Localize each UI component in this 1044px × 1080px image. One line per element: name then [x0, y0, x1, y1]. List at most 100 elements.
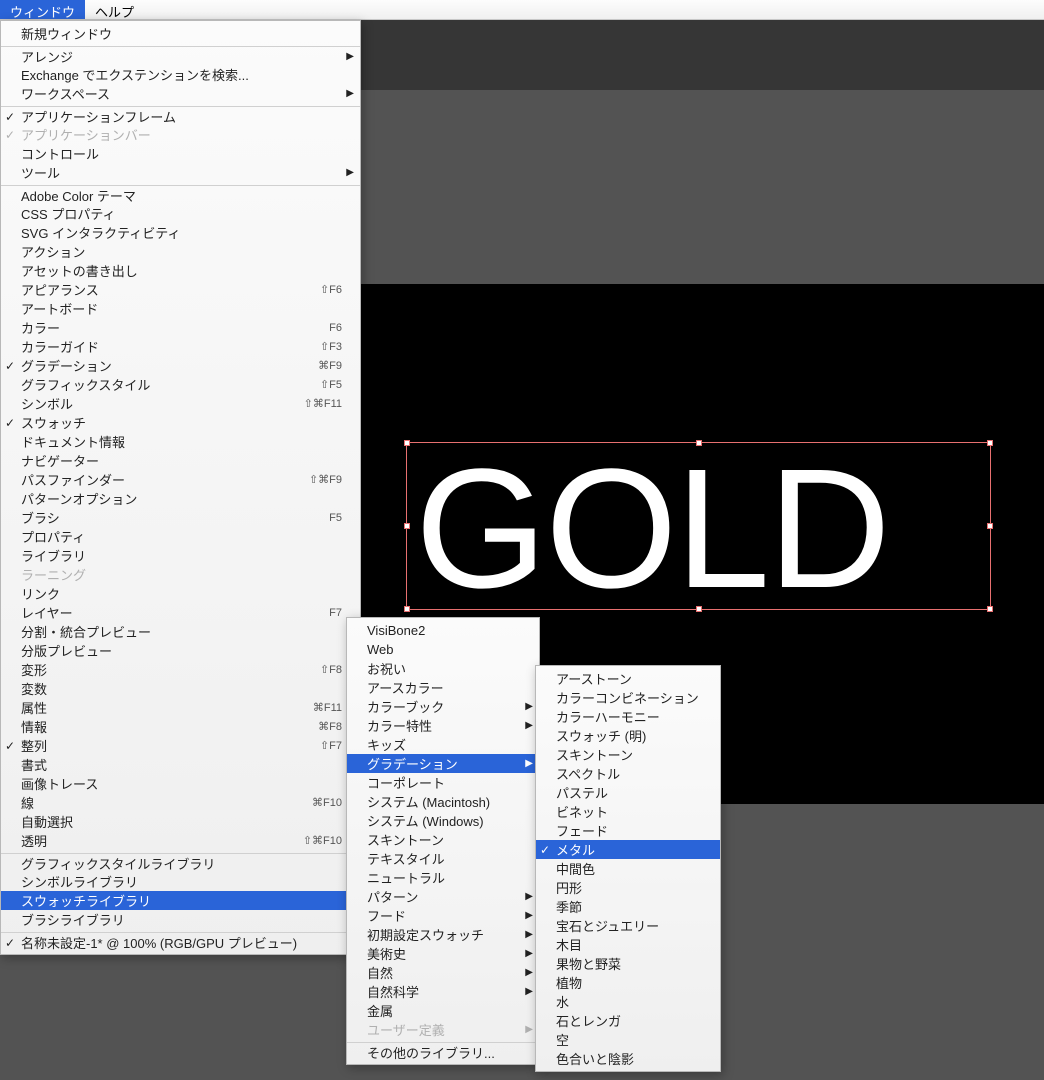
- menu-item[interactable]: スウォッチ (明): [536, 726, 720, 745]
- menu-item[interactable]: ブラシライブラリ▶: [1, 910, 360, 929]
- menu-item[interactable]: 円形: [536, 878, 720, 897]
- menu-item[interactable]: 情報⌘F8: [1, 717, 360, 736]
- menu-item[interactable]: アピアランス⇧F6: [1, 280, 360, 299]
- menu-item[interactable]: 水: [536, 992, 720, 1011]
- menu-item[interactable]: ライブラリ: [1, 546, 360, 565]
- menubar-help[interactable]: ヘルプ: [85, 0, 144, 19]
- menu-item[interactable]: コーポレート: [347, 773, 539, 792]
- menu-item[interactable]: 季節: [536, 897, 720, 916]
- menu-item-label: 自然: [367, 963, 393, 982]
- menu-item[interactable]: 宝石とジュエリー: [536, 916, 720, 935]
- menu-item[interactable]: ビネット: [536, 802, 720, 821]
- menu-item[interactable]: カラーコンビネーション: [536, 688, 720, 707]
- menu-item[interactable]: シンボル⇧⌘F11: [1, 394, 360, 413]
- menu-item[interactable]: SVG インタラクティビティ: [1, 223, 360, 242]
- menu-item[interactable]: ✓アプリケーションフレーム: [1, 106, 360, 125]
- menu-item-label: 名称未設定-1* @ 100% (RGB/GPU プレビュー): [21, 933, 297, 952]
- menu-item[interactable]: 美術史▶: [347, 944, 539, 963]
- menu-item[interactable]: Exchange でエクステンションを検索...: [1, 65, 360, 84]
- menu-item[interactable]: システム (Macintosh): [347, 792, 539, 811]
- menu-item[interactable]: 書式▶: [1, 755, 360, 774]
- menu-item[interactable]: 分版プレビュー: [1, 641, 360, 660]
- menu-item[interactable]: シンボルライブラリ▶: [1, 872, 360, 891]
- selection-box[interactable]: [406, 442, 991, 610]
- menu-item[interactable]: CSS プロパティ: [1, 204, 360, 223]
- menu-item[interactable]: ✓名称未設定-1* @ 100% (RGB/GPU プレビュー): [1, 932, 360, 951]
- menu-item[interactable]: フード▶: [347, 906, 539, 925]
- menu-item[interactable]: テキスタイル: [347, 849, 539, 868]
- submenu-arrow-icon: ▶: [346, 167, 354, 178]
- menu-item[interactable]: グラフィックスタイルライブラリ▶: [1, 853, 360, 872]
- menu-item[interactable]: ナビゲーター: [1, 451, 360, 470]
- menu-item[interactable]: 透明⇧⌘F10: [1, 831, 360, 850]
- menu-item[interactable]: スウォッチライブラリ▶: [1, 891, 360, 910]
- menu-item[interactable]: 自然科学▶: [347, 982, 539, 1001]
- menu-item[interactable]: カラーブック▶: [347, 697, 539, 716]
- menu-item: ✓アプリケーションバー: [1, 125, 360, 144]
- menu-item[interactable]: その他のライブラリ...: [347, 1042, 539, 1061]
- menu-item[interactable]: コントロール: [1, 144, 360, 163]
- menu-item[interactable]: ブラシF5: [1, 508, 360, 527]
- menu-item[interactable]: キッズ: [347, 735, 539, 754]
- menu-item[interactable]: ✓グラデーション⌘F9: [1, 356, 360, 375]
- menu-item[interactable]: アレンジ▶: [1, 46, 360, 65]
- menu-item[interactable]: 金属: [347, 1001, 539, 1020]
- menu-item[interactable]: パステル: [536, 783, 720, 802]
- menu-item-label: フェード: [556, 821, 608, 840]
- menu-item[interactable]: スキントーン: [347, 830, 539, 849]
- menu-item[interactable]: グラデーション▶: [347, 754, 539, 773]
- menu-item[interactable]: システム (Windows): [347, 811, 539, 830]
- menu-item[interactable]: ドキュメント情報: [1, 432, 360, 451]
- menu-item[interactable]: ✓整列⇧F7: [1, 736, 360, 755]
- menu-item[interactable]: ✓メタル: [536, 840, 720, 859]
- menu-item[interactable]: 変形⇧F8: [1, 660, 360, 679]
- menu-item[interactable]: ツール▶: [1, 163, 360, 182]
- menu-item[interactable]: パスファインダー⇧⌘F9: [1, 470, 360, 489]
- menu-item[interactable]: ワークスペース▶: [1, 84, 360, 103]
- menu-item[interactable]: カラーガイド⇧F3: [1, 337, 360, 356]
- menu-item[interactable]: VisiBone2: [347, 621, 539, 640]
- menu-item[interactable]: カラー特性▶: [347, 716, 539, 735]
- menu-item[interactable]: 画像トレース: [1, 774, 360, 793]
- menu-item[interactable]: 中間色: [536, 859, 720, 878]
- menu-item[interactable]: スキントーン: [536, 745, 720, 764]
- menu-item[interactable]: 初期設定スウォッチ▶: [347, 925, 539, 944]
- menu-item-label: 色合いと陰影: [556, 1049, 634, 1068]
- menu-item[interactable]: 植物: [536, 973, 720, 992]
- menu-item[interactable]: Web: [347, 640, 539, 659]
- menu-item[interactable]: Adobe Color テーマ: [1, 185, 360, 204]
- menu-item[interactable]: アセットの書き出し: [1, 261, 360, 280]
- menu-item[interactable]: アースカラー: [347, 678, 539, 697]
- menu-item[interactable]: カラーF6: [1, 318, 360, 337]
- menu-item[interactable]: アクション: [1, 242, 360, 261]
- menu-item[interactable]: スペクトル: [536, 764, 720, 783]
- menu-item[interactable]: 新規ウィンドウ: [1, 24, 360, 43]
- menu-item[interactable]: 石とレンガ: [536, 1011, 720, 1030]
- menu-item[interactable]: ニュートラル: [347, 868, 539, 887]
- menu-item-label: 書式: [21, 755, 47, 774]
- menu-item[interactable]: 属性⌘F11: [1, 698, 360, 717]
- menu-item[interactable]: ✓スウォッチ: [1, 413, 360, 432]
- menu-item[interactable]: アーストーン: [536, 669, 720, 688]
- menu-item-label: ビネット: [556, 802, 608, 821]
- menu-item[interactable]: パターンオプション: [1, 489, 360, 508]
- menu-item[interactable]: パターン▶: [347, 887, 539, 906]
- menu-item[interactable]: レイヤーF7: [1, 603, 360, 622]
- menu-item[interactable]: 果物と野菜: [536, 954, 720, 973]
- menu-item[interactable]: 木目: [536, 935, 720, 954]
- menu-item[interactable]: カラーハーモニー: [536, 707, 720, 726]
- menu-item[interactable]: お祝い: [347, 659, 539, 678]
- menu-item[interactable]: 分割・統合プレビュー: [1, 622, 360, 641]
- menu-item[interactable]: 色合いと陰影: [536, 1049, 720, 1068]
- menu-item[interactable]: フェード: [536, 821, 720, 840]
- menu-item[interactable]: 変数: [1, 679, 360, 698]
- menu-item[interactable]: リンク: [1, 584, 360, 603]
- menubar-window[interactable]: ウィンドウ: [0, 0, 85, 19]
- menu-item[interactable]: グラフィックスタイル⇧F5: [1, 375, 360, 394]
- menu-item[interactable]: プロパティ: [1, 527, 360, 546]
- menu-item[interactable]: 自動選択: [1, 812, 360, 831]
- menu-item[interactable]: アートボード: [1, 299, 360, 318]
- menu-item[interactable]: 自然▶: [347, 963, 539, 982]
- menu-item[interactable]: 線⌘F10: [1, 793, 360, 812]
- menu-item[interactable]: 空: [536, 1030, 720, 1049]
